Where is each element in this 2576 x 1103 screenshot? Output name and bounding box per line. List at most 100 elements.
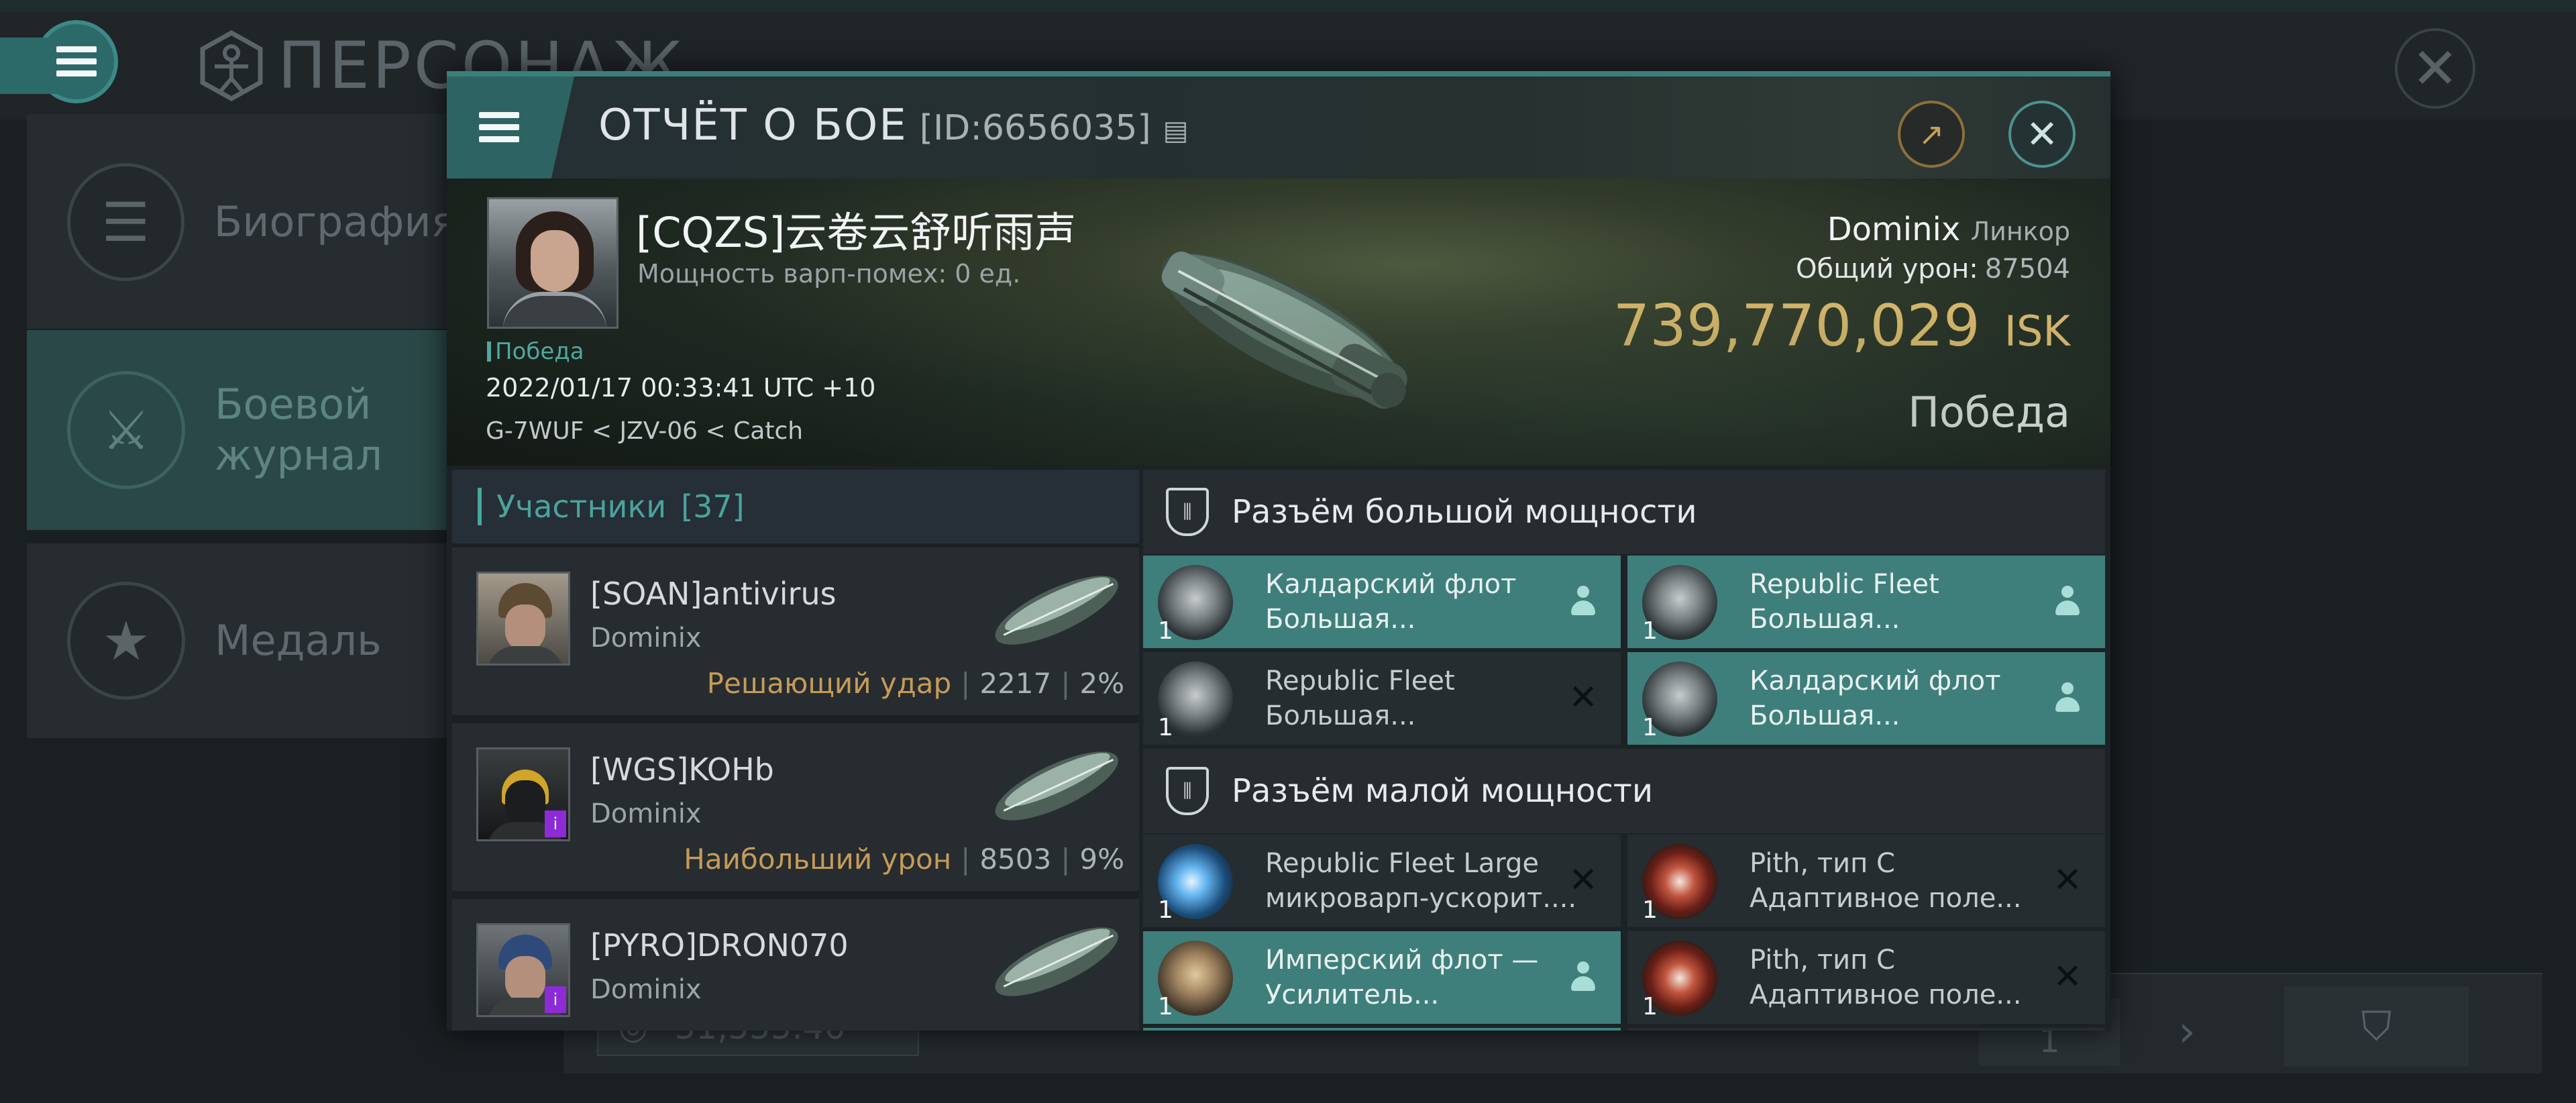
participant-ship: Dominix: [590, 798, 702, 829]
module-name: Republic Fleet: [1265, 666, 1455, 696]
module-subname: Большая...: [1265, 604, 1416, 635]
module-name: Калдарский флот: [1265, 569, 1517, 600]
module-slot-partial[interactable]: [1627, 1028, 2105, 1031]
info-badge: i: [545, 986, 566, 1013]
filter-button[interactable]: ⛉: [2284, 986, 2469, 1067]
sidebar-item-label: Боевой: [215, 380, 372, 429]
participant-ship-image: [995, 751, 1118, 821]
module-qty: 1: [1158, 993, 1173, 1020]
ship-type: Dominix Линкор: [1827, 211, 2070, 248]
victim-portrait[interactable]: [487, 197, 619, 329]
high-slot-header: ⫼ Разъём большой мощности: [1143, 470, 2105, 554]
star-medal-icon: ★: [67, 582, 185, 700]
victim-name: [CQZS]云卷云舒听雨声: [636, 208, 1077, 257]
module-name: Pith, тип C: [1750, 848, 1895, 879]
participant-stats: Решающий удар | 2217 | 2%: [706, 667, 1124, 700]
participant-row[interactable]: i [WGS]KOHb Dominix Наибольший урон | 85…: [452, 723, 1139, 895]
module-qty: 1: [1158, 617, 1173, 645]
participant-damage: 2217: [979, 667, 1052, 700]
list-icon: ☰: [67, 163, 184, 281]
module-name: Republic Fleet Large: [1265, 848, 1539, 879]
participant-ship: Dominix: [590, 623, 702, 653]
participant-name: [SOAN]antivirus: [590, 576, 837, 612]
mid-slot-header: ⫼ Разъём малой мощности: [1143, 749, 2105, 833]
close-icon: ✕: [2025, 111, 2059, 157]
fitted-person-icon: [2049, 679, 2086, 717]
sidebar-item-combat-log[interactable]: ⚔ Боевой журнал: [27, 330, 456, 530]
module-subname: Адаптивное поле...: [1750, 883, 2022, 914]
chevron-right-icon: ›: [2178, 1007, 2196, 1057]
status-text: Победа: [495, 338, 584, 365]
fitted-person-icon: [1564, 582, 1602, 620]
sidebar-item-label-2: журнал: [215, 431, 383, 480]
participant-percent: 9%: [1079, 843, 1124, 876]
participant-ship-image: [995, 927, 1118, 996]
module-qty: 1: [1642, 714, 1658, 741]
vitruvian-icon: [200, 30, 263, 102]
dialog-title: ОТЧЁТ О БОЕ: [598, 101, 908, 150]
module-slot[interactable]: 1 Калдарский флот Большая...: [1143, 556, 1621, 648]
sidebar-item-medal[interactable]: ★ Медаль: [27, 543, 456, 738]
module-subname: Адаптивное поле...: [1750, 980, 2022, 1010]
close-icon: ✕: [2411, 36, 2459, 101]
next-page-button[interactable]: ›: [2147, 998, 2227, 1065]
module-subname: Большая...: [1750, 700, 1900, 731]
slot-shield-icon: ⫼: [1166, 767, 1209, 815]
high-slot-label: Разъём большой мощности: [1232, 493, 1697, 531]
module-name: Republic Fleet: [1750, 569, 1939, 600]
ship-image: [1161, 252, 1407, 409]
participant-row[interactable]: [SOAN]antivirus Dominix Решающий удар | …: [452, 547, 1139, 719]
module-slot[interactable]: 1 Republic Fleet Большая... ✕: [1143, 652, 1621, 745]
module-qty: 1: [1158, 714, 1173, 741]
sidebar-item-biography[interactable]: ☰ Биография: [27, 125, 456, 319]
page-close-button[interactable]: ✕: [2395, 28, 2475, 109]
module-name: Имперский флот —: [1265, 945, 1539, 976]
sidebar-item-label: Биография: [213, 197, 456, 246]
participants-tab[interactable]: Участники [37]: [452, 470, 1139, 543]
copy-icon[interactable]: ▤: [1163, 115, 1189, 146]
dialog-title-group: ОТЧЁТ О БОЕ [ID:6656035] ▤: [598, 101, 1189, 150]
module-slot[interactable]: 1 Имперский флот — Усилитель...: [1143, 931, 1621, 1024]
destroyed-x-icon: ✕: [1568, 678, 1598, 718]
total-damage-value: 87504: [1984, 254, 2070, 284]
module-slot[interactable]: 1 Republic Fleet Большая...: [1627, 556, 2105, 648]
share-icon: ↗: [1918, 116, 1945, 152]
participant-name: [PYRO]DRON070: [590, 927, 849, 963]
hamburger-icon: [56, 46, 97, 77]
info-badge: i: [545, 810, 566, 837]
fitting-panel: ⫼ Разъём большой мощности 1 Калдарский ф…: [1143, 470, 2105, 1031]
combat-report-dialog: ОТЧЁТ О БОЕ [ID:6656035] ▤ ↗ ✕ [CQZS]云卷云…: [447, 71, 2110, 1031]
isk-value: 739,770,029: [1613, 293, 1980, 360]
avatar: [476, 572, 570, 666]
module-slot-partial[interactable]: [1143, 1028, 1621, 1031]
hamburger-icon: [479, 112, 519, 143]
module-subname: Большая...: [1750, 604, 1900, 635]
share-button[interactable]: ↗: [1898, 101, 1965, 168]
participants-label: Участники: [496, 488, 667, 525]
module-slot[interactable]: 1 Pith, тип C Адаптивное поле... ✕: [1627, 931, 2105, 1024]
participant-damage: 8503: [979, 843, 1052, 876]
location-route: G-7WUF < JZV-06 < Catch: [486, 417, 804, 445]
filter-icon: ⛉: [2361, 1003, 2392, 1050]
total-damage: Общий урон: 87504: [1796, 254, 2070, 284]
victim-banner: [CQZS]云卷云舒听雨声 Мощность варп-помех: 0 ед.…: [447, 178, 2110, 466]
module-slot[interactable]: 1 Pith, тип C Адаптивное поле... ✕: [1627, 835, 2105, 927]
participant-percent: 2%: [1079, 667, 1124, 700]
top-strip: [0, 0, 2576, 12]
module-subname: Большая...: [1265, 700, 1416, 731]
module-name: Калдарский флот: [1750, 666, 2001, 696]
main-menu-button[interactable]: [0, 20, 118, 103]
avatar: i: [476, 923, 570, 1017]
participant-row[interactable]: i [PYRO]DRON070 Dominix: [452, 899, 1139, 1031]
dialog-close-button[interactable]: ✕: [2008, 101, 2076, 168]
participants-panel: Участники [37] [SOAN]antivirus Dominix Ре…: [452, 470, 1139, 1031]
module-slot[interactable]: 1 Republic Fleet Large микроварп-ускорит…: [1143, 835, 1621, 927]
isk-value-group: 739,770,029 ISK: [1613, 293, 2070, 360]
kill-datetime: 2022/01/17 00:33:41 UTC +10: [486, 373, 876, 403]
module-slot[interactable]: 1 Калдарский флот Большая...: [1627, 652, 2105, 745]
destroyed-x-icon: ✕: [2053, 957, 2082, 997]
module-subname: микроварп-ускорит....: [1265, 883, 1577, 914]
mid-slot-label: Разъём малой мощности: [1232, 772, 1654, 810]
total-damage-label: Общий урон:: [1796, 254, 1978, 284]
participant-role: Наибольший урон: [684, 843, 952, 876]
